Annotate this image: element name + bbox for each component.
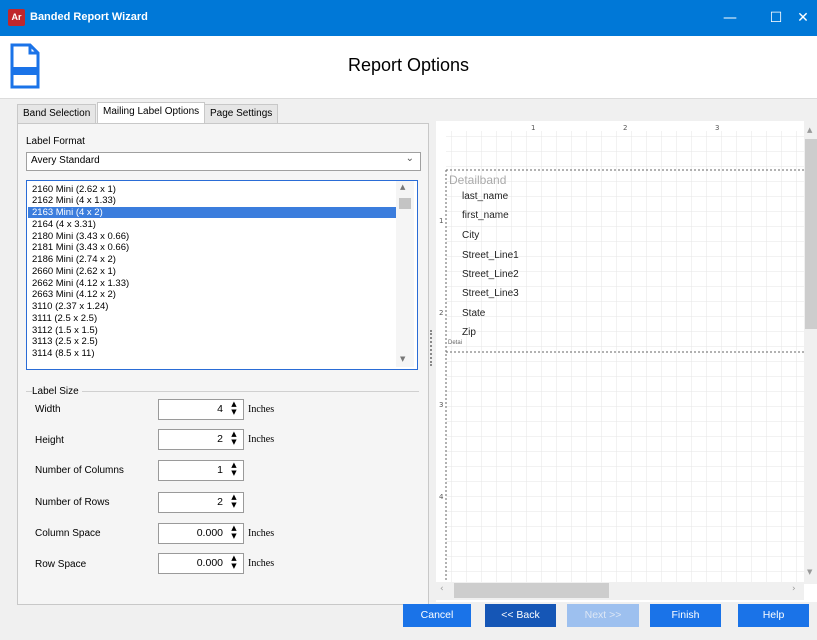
rows-spinner[interactable]: 2 ▲ ▼ [158, 492, 244, 513]
height-spinner[interactable]: 2 ▲ ▼ [158, 429, 244, 450]
list-item[interactable]: 3113 (2.5 x 2.5) [32, 336, 98, 347]
field-last-name[interactable]: last_name [462, 191, 508, 202]
column-space-label: Column Space [35, 528, 101, 539]
ruler-top-label: 1 [531, 124, 536, 132]
field-city[interactable]: City [462, 230, 479, 241]
ruler-top-label: 3 [715, 124, 720, 132]
label-format-value: Avery Standard [31, 155, 100, 166]
column-space-spinner[interactable]: 0.000 ▲ ▼ [158, 523, 244, 544]
row-space-value: 0.000 [196, 557, 223, 569]
field-zip[interactable]: Zip [462, 327, 476, 338]
rows-label: Number of Rows [35, 497, 110, 508]
width-value: 4 [217, 403, 223, 415]
spin-arrows-icon[interactable]: ▲ ▼ [229, 493, 239, 509]
column-space-value: 0.000 [196, 527, 223, 539]
width-unit: Inches [248, 404, 275, 415]
field-street-line3[interactable]: Street_Line3 [462, 288, 519, 299]
field-street-line1[interactable]: Street_Line1 [462, 250, 519, 261]
layout-preview: 1 2 3 1 2 3 4 Detailband last_name first… [436, 121, 817, 602]
scroll-left-icon[interactable]: ‹ [440, 584, 444, 594]
spin-arrows-icon[interactable]: ▲ ▼ [229, 400, 239, 416]
preview-vertical-thumb[interactable] [805, 139, 817, 329]
label-size-group-title: Label Size [32, 386, 82, 397]
tab-band-selection[interactable]: Band Selection [17, 104, 97, 123]
field-state[interactable]: State [462, 308, 485, 319]
scroll-up-icon[interactable]: ▲ [807, 126, 812, 134]
rows-value: 2 [217, 496, 223, 508]
row-space-label: Row Space [35, 559, 87, 570]
help-button[interactable]: Help [738, 604, 809, 627]
row-space-unit: Inches [248, 558, 275, 569]
back-button[interactable]: << Back [485, 604, 556, 627]
list-item[interactable]: 3111 (2.5 x 2.5) [32, 313, 97, 324]
list-item[interactable]: 2160 Mini (2.62 x 1) [32, 184, 116, 195]
list-scroll-thumb[interactable] [399, 198, 411, 209]
list-item[interactable]: 3112 (1.5 x 1.5) [32, 325, 98, 336]
columns-value: 1 [217, 464, 223, 476]
ruler-left-label: 3 [439, 401, 444, 409]
list-item[interactable]: 2660 Mini (2.62 x 1) [32, 266, 116, 277]
wizard-header: Report Options [0, 36, 817, 99]
field-first-name[interactable]: first_name [462, 210, 509, 221]
list-item[interactable]: 3114 (8.5 x 11) [32, 348, 95, 359]
scroll-down-icon[interactable]: ▼ [807, 568, 812, 576]
scroll-down-icon[interactable]: ▼ [400, 355, 405, 363]
close-icon[interactable]: ✕ [780, 0, 817, 36]
preview-horizontal-thumb[interactable] [454, 583, 609, 598]
ruler-left-label: 4 [439, 493, 444, 501]
ruler-left-label: 1 [439, 217, 444, 225]
list-item-selected[interactable]: 2163 Mini (4 x 2) [28, 207, 398, 218]
column-space-unit: Inches [248, 528, 275, 539]
width-spinner[interactable]: 4 ▲ ▼ [158, 399, 244, 420]
list-item[interactable]: 2181 Mini (3.43 x 0.66) [32, 242, 129, 253]
band-footer-label: Detai [448, 340, 463, 346]
chevron-down-icon: ⌄ [405, 153, 414, 164]
scroll-right-icon[interactable]: › [792, 584, 796, 594]
list-item[interactable]: 2162 Mini (4 x 1.33) [32, 195, 116, 206]
list-item[interactable]: 3110 (2.37 x 1.24) [32, 301, 108, 312]
page-title: Report Options [347, 55, 470, 75]
splitter-handle[interactable] [430, 330, 434, 366]
height-value: 2 [217, 433, 223, 445]
title-bar: Ar Banded Report Wizard — ☐ ✕ [0, 0, 817, 36]
ruler-left-label: 2 [439, 309, 444, 317]
band-label: Detailband [449, 173, 507, 187]
row-space-spinner[interactable]: 0.000 ▲ ▼ [158, 553, 244, 574]
ruler-top-label: 2 [623, 124, 628, 132]
list-item[interactable]: 2180 Mini (3.43 x 0.66) [32, 231, 129, 242]
columns-spinner[interactable]: 1 ▲ ▼ [158, 460, 244, 481]
minimize-icon[interactable]: — [707, 0, 753, 36]
field-street-line2[interactable]: Street_Line2 [462, 269, 519, 280]
app-icon: Ar [8, 9, 25, 26]
label-format-label: Label Format [26, 136, 85, 147]
width-label: Width [35, 404, 61, 415]
list-item[interactable]: 2186 Mini (2.74 x 2) [32, 254, 116, 265]
tab-mailing-label-options[interactable]: Mailing Label Options [97, 102, 206, 124]
label-type-list[interactable]: 2160 Mini (2.62 x 1) 2162 Mini (4 x 1.33… [26, 180, 418, 370]
columns-label: Number of Columns [35, 465, 124, 476]
next-button[interactable]: Next >> [567, 604, 639, 627]
label-format-select[interactable]: Avery Standard ⌄ [26, 152, 421, 171]
spin-arrows-icon[interactable]: ▲ ▼ [229, 554, 239, 570]
finish-button[interactable]: Finish [650, 604, 721, 627]
scroll-up-icon[interactable]: ▲ [400, 183, 405, 191]
list-item[interactable]: 2164 (4 x 3.31) [32, 219, 96, 230]
window-title: Banded Report Wizard [30, 11, 148, 23]
spin-arrows-icon[interactable]: ▲ ▼ [229, 461, 239, 477]
list-item[interactable]: 2662 Mini (4.12 x 1.33) [32, 278, 129, 289]
height-label: Height [35, 435, 64, 446]
spin-arrows-icon[interactable]: ▲ ▼ [229, 524, 239, 540]
tab-page-settings[interactable]: Page Settings [204, 104, 279, 123]
spin-arrows-icon[interactable]: ▲ ▼ [229, 430, 239, 446]
height-unit: Inches [248, 434, 275, 445]
cancel-button[interactable]: Cancel [403, 604, 471, 627]
list-item[interactable]: 2663 Mini (4.12 x 2) [32, 289, 116, 300]
